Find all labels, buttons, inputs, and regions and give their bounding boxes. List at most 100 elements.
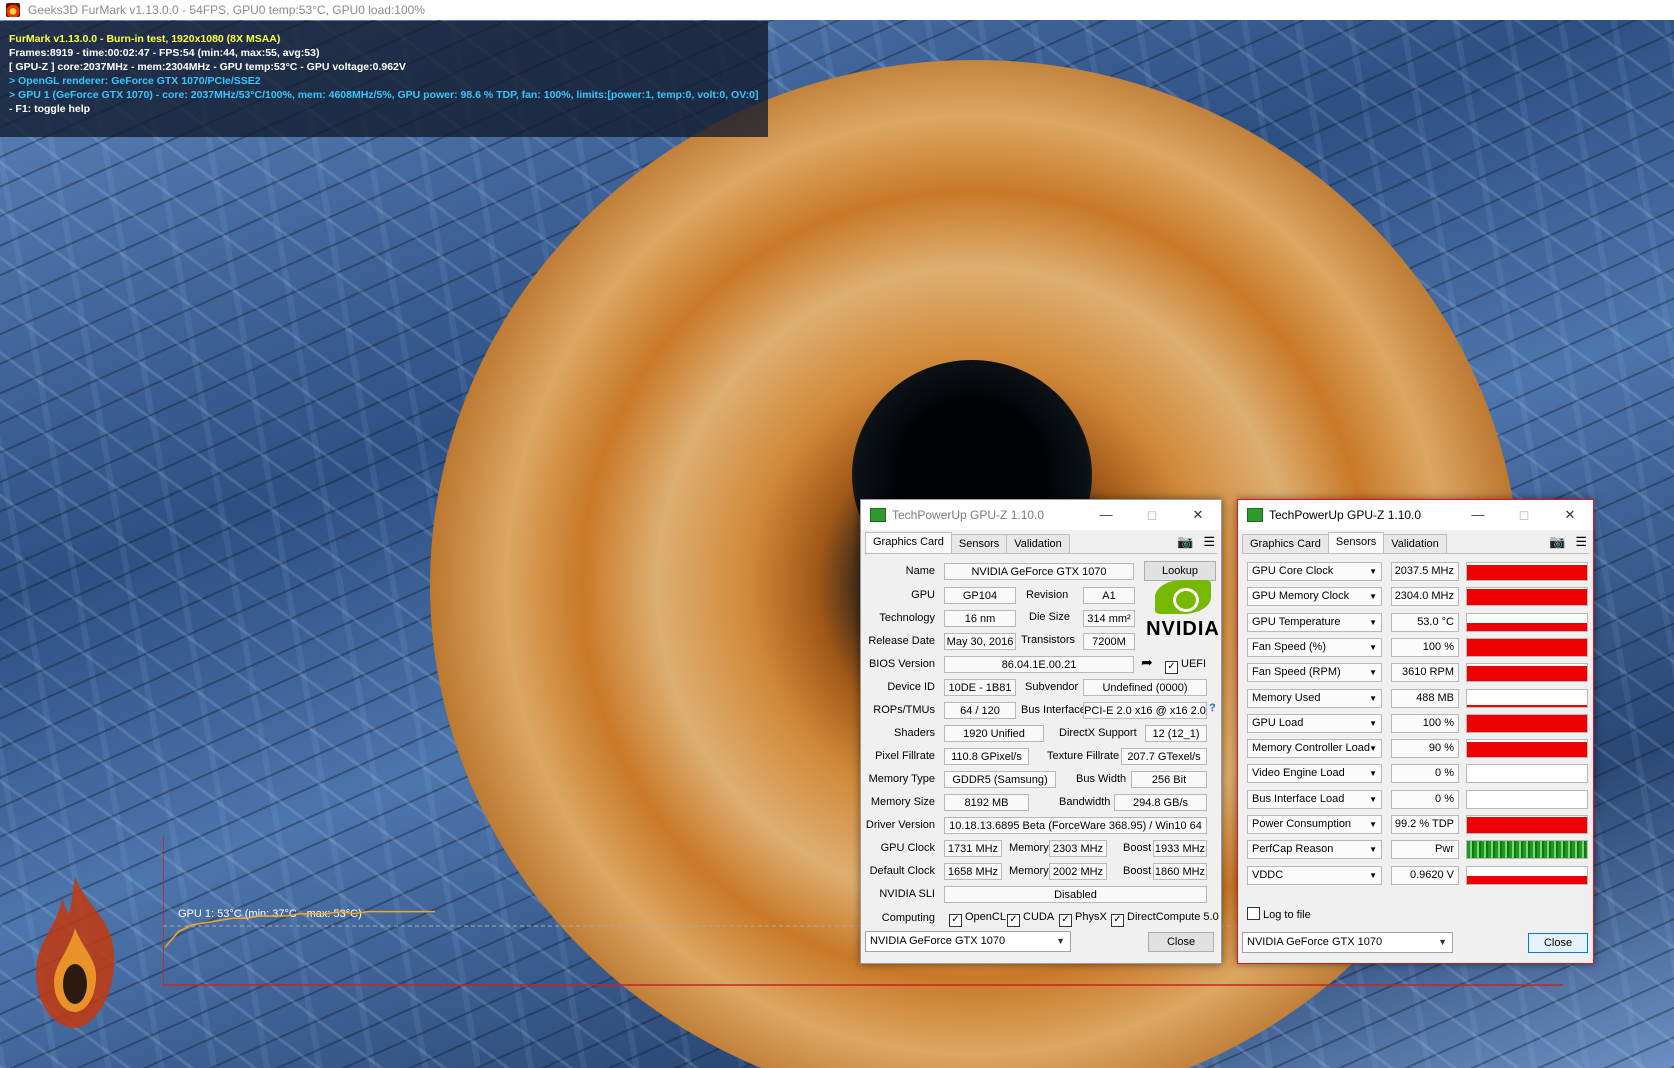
sensor-graph-bar xyxy=(1467,665,1587,682)
close-window-button[interactable]: ✕ xyxy=(1175,500,1221,530)
tab-graphics-card[interactable]: Graphics Card xyxy=(865,532,952,553)
gpuz-card-titlebar[interactable]: TechPowerUp GPU-Z 1.10.0 — ◻ ✕ xyxy=(861,500,1221,530)
bus-help-icon[interactable]: ? xyxy=(1209,702,1216,714)
cuda-check-icon: ✓ xyxy=(1007,914,1020,927)
chevron-down-icon: ▼ xyxy=(1369,794,1377,804)
bandwidth-label: Bandwidth xyxy=(1059,796,1111,808)
close-window-button[interactable]: ✕ xyxy=(1547,500,1593,530)
gpu-clock-label: GPU Clock xyxy=(880,842,935,854)
memory-size-field: 8192 MB xyxy=(944,794,1029,811)
gpuz-sensors-titlebar[interactable]: TechPowerUp GPU-Z 1.10.0 — ◻ ✕ xyxy=(1238,500,1593,530)
chevron-down-icon: ▼ xyxy=(1369,693,1377,703)
sensor-name-dropdown[interactable]: Video Engine Load ▼ xyxy=(1247,764,1382,784)
furmark-flame-icon xyxy=(36,876,115,1028)
furmark-titlebar: Geeks3D FurMark v1.13.0.0 - 54FPS, GPU0 … xyxy=(0,0,1674,21)
sensor-name-dropdown[interactable]: GPU Temperature ▼ xyxy=(1247,612,1382,632)
sensor-graph-bar xyxy=(1467,875,1587,884)
sensor-graph xyxy=(1466,587,1588,607)
log-to-file-checkbox[interactable]: Log to file xyxy=(1247,907,1311,921)
sensor-name-dropdown[interactable]: GPU Memory Clock ▼ xyxy=(1247,587,1382,607)
sensor-graph-bar xyxy=(1467,841,1587,859)
transistors-field: 7200M xyxy=(1083,633,1135,650)
share-bios-icon[interactable]: ➦ xyxy=(1141,654,1153,671)
memory-clock-label: Memory xyxy=(1009,842,1049,854)
sensor-name: Memory Used xyxy=(1252,691,1321,704)
chevron-down-icon: ▼ xyxy=(1369,592,1377,602)
hud-line: Frames:8919 - time:00:02:47 - FPS:54 (mi… xyxy=(9,47,320,59)
name-label: Name xyxy=(905,565,935,577)
revision-field: A1 xyxy=(1083,587,1135,604)
memory-type-label: Memory Type xyxy=(868,773,935,785)
nvidia-sli-field: Disabled xyxy=(944,886,1207,903)
cuda-checkbox[interactable]: ✓ CUDA xyxy=(1007,911,1054,927)
camera-icon[interactable]: 📷 xyxy=(1549,534,1565,550)
minimize-button[interactable]: — xyxy=(1083,500,1129,530)
maximize-button[interactable]: ◻ xyxy=(1501,500,1547,530)
pixel-fillrate-label: Pixel Fillrate xyxy=(875,750,935,762)
tab-validation[interactable]: Validation xyxy=(1383,534,1447,553)
texture-fillrate-label: Texture Fillrate xyxy=(1047,750,1120,762)
die-size-field: 314 mm² xyxy=(1083,610,1135,627)
default-boost-field: 1860 MHz xyxy=(1153,863,1207,880)
gpuz-graphics-card-window[interactable]: TechPowerUp GPU-Z 1.10.0 — ◻ ✕ Graphics … xyxy=(860,499,1222,964)
device-id-field: 10DE - 1B81 xyxy=(944,679,1016,696)
directcompute-checkbox[interactable]: ✓ DirectCompute 5.0 xyxy=(1111,911,1219,927)
sensor-value: 53.0 °C xyxy=(1391,612,1459,632)
sensor-name: Power Consumption xyxy=(1252,818,1352,830)
tab-sensors[interactable]: Sensors xyxy=(950,534,1008,553)
close-button[interactable]: Close xyxy=(1148,932,1214,952)
directx-support-field: 12 (12_1) xyxy=(1145,725,1207,742)
sensor-name-dropdown[interactable]: Power Consumption ▼ xyxy=(1247,815,1382,834)
sensor-name-dropdown[interactable]: GPU Core Clock ▼ xyxy=(1247,562,1382,581)
sensor-name-dropdown[interactable]: Memory Used ▼ xyxy=(1247,688,1382,708)
tab-sensors[interactable]: Sensors xyxy=(1327,532,1385,553)
sensor-graph xyxy=(1466,789,1588,809)
sensor-name-dropdown[interactable]: PerfCap Reason ▼ xyxy=(1247,840,1382,860)
sensor-value: Pwr xyxy=(1391,840,1459,860)
nvidia-eye-icon xyxy=(1155,580,1211,614)
menu-icon[interactable]: ☰ xyxy=(1575,534,1587,550)
release-date-field: May 30, 2016 xyxy=(944,633,1016,650)
gpu-select-dropdown[interactable]: NVIDIA GeForce GTX 1070 ▼ xyxy=(865,931,1071,952)
subvendor-field: Undefined (0000) xyxy=(1083,679,1207,696)
chevron-down-icon: ▼ xyxy=(1369,668,1377,678)
tab-graphics-card[interactable]: Graphics Card xyxy=(1242,534,1329,553)
chevron-down-icon: ▼ xyxy=(1369,845,1377,855)
uefi-checkbox[interactable]: ✓ UEFI xyxy=(1165,658,1206,674)
gpu-code-field: GP104 xyxy=(944,587,1016,604)
device-id-label: Device ID xyxy=(887,681,935,693)
bios-version-field: 86.04.1E.00.21 xyxy=(944,656,1134,673)
sensor-graph-bar xyxy=(1467,564,1587,580)
opencl-checkbox[interactable]: ✓ OpenCL xyxy=(949,911,1006,927)
tab-validation[interactable]: Validation xyxy=(1006,534,1070,553)
menu-icon[interactable]: ☰ xyxy=(1203,534,1215,550)
maximize-button[interactable]: ◻ xyxy=(1129,500,1175,530)
gpuz-sensors-window[interactable]: TechPowerUp GPU-Z 1.10.0 — ◻ ✕ Graphics … xyxy=(1237,499,1594,964)
chevron-down-icon: ▼ xyxy=(1369,769,1377,779)
camera-icon[interactable]: 📷 xyxy=(1177,534,1193,550)
directx-support-label: DirectX Support xyxy=(1059,727,1137,739)
bus-interface-field: PCI-E 2.0 x16 @ x16 2.0 xyxy=(1083,702,1207,719)
gpu-select-dropdown[interactable]: NVIDIA GeForce GTX 1070 ▼ xyxy=(1242,932,1453,953)
nvidia-logo: NVIDIA xyxy=(1138,580,1228,642)
sensor-name-dropdown[interactable]: Fan Speed (%) ▼ xyxy=(1247,637,1382,657)
bus-interface-label: Bus Interface xyxy=(1021,704,1086,716)
lookup-button[interactable]: Lookup xyxy=(1144,561,1216,581)
gpu-name-field: NVIDIA GeForce GTX 1070 xyxy=(944,563,1134,580)
close-button[interactable]: Close xyxy=(1528,933,1588,953)
furmark-app-icon xyxy=(6,3,20,17)
sensor-name-dropdown[interactable]: Fan Speed (RPM) ▼ xyxy=(1247,663,1382,683)
minimize-button[interactable]: — xyxy=(1455,500,1501,530)
physx-checkbox[interactable]: ✓ PhysX xyxy=(1059,911,1107,927)
sensor-name-dropdown[interactable]: GPU Load ▼ xyxy=(1247,713,1382,733)
die-size-label: Die Size xyxy=(1029,611,1070,623)
cuda-label: CUDA xyxy=(1023,911,1055,923)
directcompute-check-icon: ✓ xyxy=(1111,914,1124,927)
sensor-name-dropdown[interactable]: VDDC ▼ xyxy=(1247,865,1382,885)
hud-line: FurMark v1.13.0.0 - Burn-in test, 1920x1… xyxy=(9,33,281,45)
default-clock-field: 1658 MHz xyxy=(944,863,1002,880)
sensor-name-dropdown[interactable]: Memory Controller Load ▼ xyxy=(1247,739,1382,759)
sensor-graph-bar xyxy=(1467,714,1587,732)
sensor-name: GPU Temperature xyxy=(1252,615,1341,628)
sensor-name-dropdown[interactable]: Bus Interface Load ▼ xyxy=(1247,789,1382,809)
